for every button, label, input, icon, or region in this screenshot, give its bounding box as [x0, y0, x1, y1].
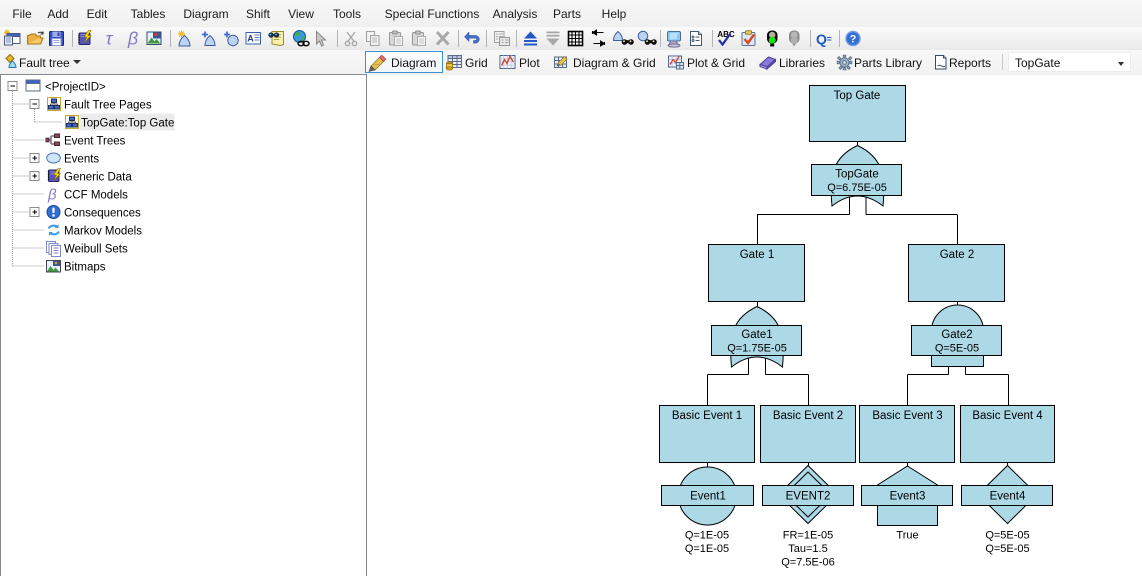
- svg-text:Q=5E-05: Q=5E-05: [985, 530, 1029, 542]
- svg-text:Gate 1: Gate 1: [740, 249, 775, 261]
- svg-text:A: A: [247, 34, 254, 44]
- svg-text:Markov Models: Markov Models: [64, 226, 142, 238]
- svg-text:Q=7.5E-06: Q=7.5E-06: [781, 557, 835, 569]
- svg-text:Q=5E-05: Q=5E-05: [985, 543, 1029, 555]
- svg-text:Basic Event 1: Basic Event 1: [672, 410, 742, 422]
- svg-text:TopGate: TopGate: [835, 169, 878, 181]
- svg-text:Event1: Event1: [690, 491, 726, 503]
- svg-text:Fault Tree Pages: Fault Tree Pages: [64, 100, 152, 112]
- svg-text:Weibull Sets: Weibull Sets: [64, 244, 128, 256]
- svg-text:Generic Data: Generic Data: [64, 172, 132, 184]
- svg-text:Q=1.75E-05: Q=1.75E-05: [727, 343, 787, 355]
- svg-text:Basic Event 4: Basic Event 4: [972, 410, 1043, 422]
- svg-text:TopGate:Top Gate: TopGate:Top Gate: [81, 118, 174, 130]
- svg-text:Q=5E-05: Q=5E-05: [935, 343, 979, 355]
- svg-text:Gate2: Gate2: [941, 329, 972, 341]
- svg-text:=: =: [827, 34, 832, 44]
- svg-text:?: ?: [850, 34, 857, 46]
- svg-text:Bitmaps: Bitmaps: [64, 262, 106, 274]
- svg-text:Event4: Event4: [990, 491, 1026, 503]
- svg-text:Top Gate: Top Gate: [834, 90, 881, 102]
- svg-text:Q: Q: [816, 31, 827, 47]
- svg-text:Gate 2: Gate 2: [940, 249, 975, 261]
- svg-text:Q=1E-05: Q=1E-05: [685, 530, 729, 542]
- svg-text:Events: Events: [64, 154, 99, 166]
- svg-text:β: β: [47, 187, 57, 204]
- svg-text:<ProjectID>: <ProjectID>: [45, 82, 106, 94]
- svg-text:ABC: ABC: [717, 30, 735, 39]
- svg-text:Tau=1.5: Tau=1.5: [788, 543, 827, 555]
- svg-text:β: β: [127, 29, 138, 49]
- svg-text:EVENT2: EVENT2: [786, 491, 831, 503]
- svg-text:Event3: Event3: [890, 491, 926, 503]
- svg-text:CCF Models: CCF Models: [64, 190, 128, 202]
- svg-text:Q=1E-05: Q=1E-05: [685, 543, 729, 555]
- svg-text:FR=1E-05: FR=1E-05: [783, 530, 833, 542]
- svg-text:τ: τ: [106, 29, 114, 49]
- svg-text:Q=6.75E-05: Q=6.75E-05: [827, 182, 887, 194]
- svg-text:True: True: [896, 530, 918, 542]
- svg-text:Basic Event 2: Basic Event 2: [773, 410, 843, 422]
- svg-text:Gate1: Gate1: [741, 329, 772, 341]
- svg-text:Consequences: Consequences: [64, 208, 141, 220]
- svg-text:Event Trees: Event Trees: [64, 136, 126, 148]
- svg-text:Basic Event 3: Basic Event 3: [872, 410, 942, 422]
